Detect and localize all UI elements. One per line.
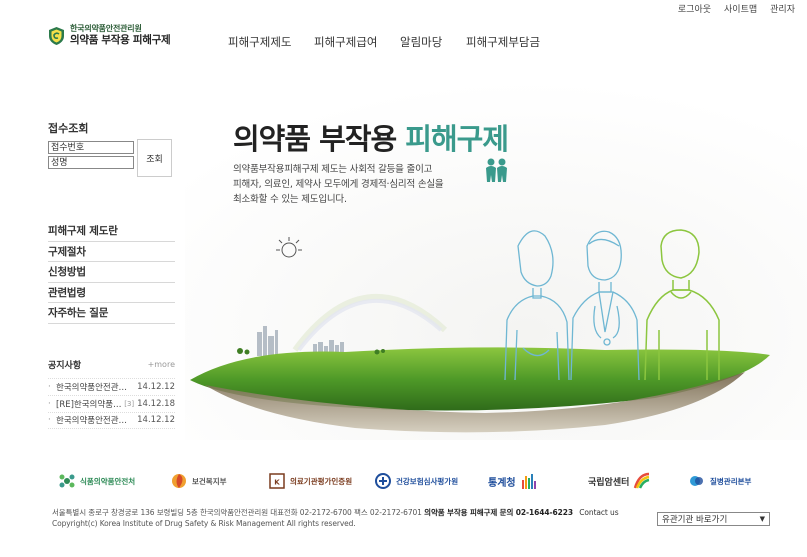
hira-icon	[375, 473, 391, 489]
hero-desc-line: 피해자, 의료인, 제약사 모두에게 경제적·심리적 손실을	[233, 179, 444, 190]
main-nav: 피해구제제도 피해구제급여 알림마당 피해구제부담금	[228, 34, 556, 50]
notice-item-title: 한국의약품안전관…	[56, 416, 128, 426]
footer-copyright: Copyright(c) Korea Institute of Drug Saf…	[52, 519, 356, 528]
notice-item-date: 14.12.18	[137, 398, 175, 409]
notice-item-date: 14.12.12	[137, 381, 175, 392]
partner-koiha[interactable]: K 의료기관평가인증원	[268, 466, 352, 496]
hero-desc-line: 최소화할 수 있는 제도입니다.	[233, 194, 347, 205]
partner-ncc[interactable]: 국립암센터	[588, 466, 651, 496]
partner-banner: 식품의약품안전처 보건복지부 K 의료기관평가인증원 건강보험심사평가원 통계청…	[40, 466, 800, 496]
menu-item-faq[interactable]: 자주하는 질문	[48, 303, 175, 324]
bullet-icon: ·	[48, 415, 51, 425]
notice-item[interactable]: · 한국의약품안전관… 14.12.12	[48, 377, 175, 395]
hero-desc-line: 의약품부작용피해구제 제도는 사회적 갈등을 줄이고	[233, 164, 433, 175]
footer-fax: 팩스 02-2172-6701	[354, 508, 422, 517]
notice-item[interactable]: · 한국의약품안전관… 14.12.12	[48, 411, 175, 429]
chevron-down-icon: ▼	[759, 515, 765, 523]
mohw-icon	[172, 474, 186, 488]
receipt-name-input[interactable]	[48, 156, 134, 169]
receipt-number-input[interactable]	[48, 141, 134, 154]
partner-kcdc[interactable]: 질병관리본부	[688, 466, 751, 496]
quick-menu: 피해구제 제도란 구제절차 신청방법 관련법령 자주하는 질문	[48, 221, 175, 324]
footer-phone: 대표전화 02-2172-6700	[270, 508, 352, 517]
partner-name: 국립암센터	[588, 477, 630, 488]
logout-link[interactable]: 로그아웃	[678, 2, 711, 15]
hero-description: 의약품부작용피해구제 제도는 사회적 갈등을 줄이고 피해자, 의료인, 제약사…	[233, 162, 473, 207]
notice-item[interactable]: · [RE]한국의약품… [3] 14.12.18	[48, 394, 175, 412]
notice-item-title: [RE]한국의약품…	[56, 399, 122, 410]
sitemap-link[interactable]: 사이트맵	[724, 2, 757, 15]
footer-address: 서울특별시 종로구 창경궁로 136 보령빌딩 5층 한국의약품안전관리원	[52, 508, 268, 517]
related-sites-label: 유관기관 바로가기	[662, 515, 728, 525]
kcdc-icon	[690, 476, 703, 486]
left-sidebar: 접수조회 조회 피해구제 제도란 구제절차 신청방법 관련법령 자주하는 질문 …	[48, 120, 175, 429]
hero-title-main: 의약품 부작용	[233, 122, 406, 156]
receipt-lookup-form: 조회	[48, 139, 175, 177]
ncc-icon	[634, 472, 650, 489]
menu-item-laws[interactable]: 관련법령	[48, 283, 175, 303]
partner-name: 보건복지부	[192, 476, 227, 486]
nav-relief-system[interactable]: 피해구제제도	[228, 34, 314, 50]
hero-title-accent: 피해구제	[405, 122, 509, 156]
kostat-icon	[521, 474, 536, 489]
notice-item-title: 한국의약품안전관…	[56, 382, 128, 393]
footer-inquiry: 의약품 부작용 피해구제 문의 02-1644-6223	[424, 508, 573, 517]
bullet-icon: ·	[48, 381, 51, 392]
hero-visual: 의약품 부작용 피해구제 의약품부작용피해구제 제도는 사회적 갈등을 줄이고 …	[185, 80, 807, 440]
contact-us-link[interactable]: Contact us	[579, 508, 618, 517]
receipt-lookup-title: 접수조회	[48, 122, 89, 135]
partner-name: 식품의약품안전처	[80, 476, 136, 486]
menu-item-apply[interactable]: 신청방법	[48, 262, 175, 283]
notice-item-date: 14.12.12	[137, 415, 175, 425]
partner-name: 통계청	[488, 477, 516, 489]
partner-name: 건강보험심사평가원	[396, 476, 459, 486]
hero-title: 의약품 부작용 피해구제	[233, 116, 509, 158]
partner-name: 질병관리본부	[710, 476, 752, 486]
site-footer: 서울특별시 종로구 창경궁로 136 보령빌딩 5층 한국의약품안전관리원 대표…	[52, 507, 619, 529]
utility-nav: 로그아웃 사이트맵 관리자	[678, 2, 795, 15]
mfds-icon	[59, 474, 75, 488]
partner-mfds[interactable]: 식품의약품안전처	[58, 466, 135, 496]
nav-relief-charge[interactable]: 피해구제부담금	[466, 34, 556, 50]
site-logo[interactable]: 한국의약품안전관리원 의약품 부작용 피해구제	[48, 24, 171, 47]
bullet-icon: ·	[48, 398, 51, 409]
nav-notice-board[interactable]: 알림마당	[400, 34, 466, 50]
notice-more-link[interactable]: +more	[148, 360, 175, 369]
related-sites-select[interactable]: 유관기관 바로가기 ▼	[657, 512, 770, 526]
receipt-lookup-button[interactable]: 조회	[137, 139, 172, 177]
partner-kostat[interactable]: 통계청	[488, 466, 538, 496]
partner-name: 의료기관평가인증원	[290, 476, 353, 486]
logo-service-name: 의약품 부작용 피해구제	[70, 34, 171, 46]
logo-org-name: 한국의약품안전관리원	[70, 24, 142, 33]
menu-item-procedure[interactable]: 구제절차	[48, 242, 175, 262]
notice-title: 공지사항	[48, 360, 82, 371]
shield-logo-icon	[49, 26, 64, 45]
admin-link[interactable]: 관리자	[770, 2, 795, 15]
menu-item-system[interactable]: 피해구제 제도란	[48, 221, 175, 242]
nav-relief-benefit[interactable]: 피해구제급여	[314, 34, 400, 50]
koiha-icon: K	[269, 473, 285, 489]
notice-item-count: [3]	[124, 399, 135, 408]
partner-mohw[interactable]: 보건복지부	[170, 466, 227, 496]
partner-hira[interactable]: 건강보험심사평가원	[374, 466, 458, 496]
notice-panel: 공지사항 +more · 한국의약품안전관… 14.12.12 · [RE]한국…	[48, 358, 175, 429]
svg-text:K: K	[274, 479, 280, 487]
